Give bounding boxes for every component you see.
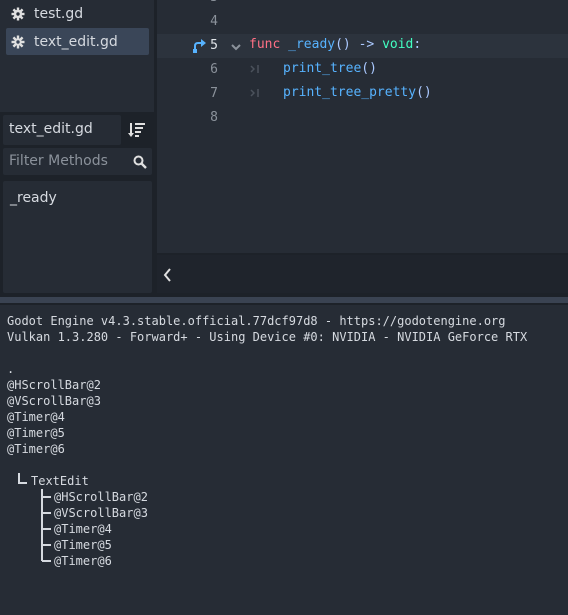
call-args: () <box>361 61 377 76</box>
code-line: 6 print_tree() <box>157 58 568 82</box>
tab-arrow-icon <box>249 63 261 75</box>
panel-splitter[interactable] <box>0 297 568 303</box>
code-line: 3 <box>157 0 568 10</box>
code-line: 4 <box>157 10 568 34</box>
function-name: _ready <box>288 37 336 52</box>
gear-icon <box>10 6 26 22</box>
script-item-label: test.gd <box>34 5 84 22</box>
current-script-name: text_edit.gd <box>3 115 121 145</box>
tree-child: @Timer@4 <box>54 522 112 536</box>
line-number: 7 <box>210 86 218 101</box>
chevron-down-icon[interactable] <box>231 41 241 56</box>
line-number: 8 <box>210 110 218 125</box>
script-item-test[interactable]: test.gd <box>6 0 149 27</box>
code-line-current: 5 func _ready() -> void: <box>157 34 568 58</box>
line-number: 5 <box>210 38 218 53</box>
function-call: print_tree <box>283 61 362 76</box>
line-number: 3 <box>188 0 218 5</box>
code-text: func _ready() -> void: <box>249 37 421 52</box>
script-item-label: text_edit.gd <box>34 33 118 50</box>
tab-arrow-icon <box>249 87 261 99</box>
tree-child: @HScrollBar@2 <box>54 490 148 504</box>
filter-methods-input[interactable]: Filter Methods <box>9 153 108 169</box>
tree-root: TextEdit <box>31 474 89 488</box>
code-line: 7 print_tree_pretty() <box>157 82 568 106</box>
line-number: 4 <box>210 14 218 29</box>
editor-bottom-bar <box>157 255 568 293</box>
search-icon <box>133 154 147 169</box>
method-item-ready[interactable]: _ready <box>10 190 57 206</box>
tree-child: @VScrollBar@3 <box>54 506 148 520</box>
call-args: () <box>416 85 432 100</box>
signature: () -> <box>335 37 383 52</box>
line-number: 6 <box>210 62 218 77</box>
gear-icon <box>10 34 26 50</box>
colon: : <box>413 37 422 52</box>
keyword-func: func <box>249 37 281 52</box>
function-call: print_tree_pretty <box>283 85 417 100</box>
method-list: _ready <box>3 181 152 293</box>
script-item-text-edit[interactable]: text_edit.gd <box>6 28 149 55</box>
chevron-left-icon[interactable] <box>162 267 174 282</box>
tree-child: @Timer@6 <box>54 554 112 568</box>
script-name-row: text_edit.gd <box>0 115 154 145</box>
output-panel: Godot Engine v4.3.stable.official.77dcf9… <box>0 305 568 615</box>
filter-methods-field[interactable]: Filter Methods <box>3 148 152 175</box>
script-list: test.gd text_edit.gd <box>0 0 154 112</box>
tree-child: @Timer@5 <box>54 538 112 552</box>
sort-icon[interactable] <box>128 120 148 140</box>
return-type: void <box>382 37 414 52</box>
code-editor[interactable]: 3 4 5 func _ready() -> void: 6 print_tre… <box>157 0 568 253</box>
code-line: 8 <box>157 106 568 130</box>
